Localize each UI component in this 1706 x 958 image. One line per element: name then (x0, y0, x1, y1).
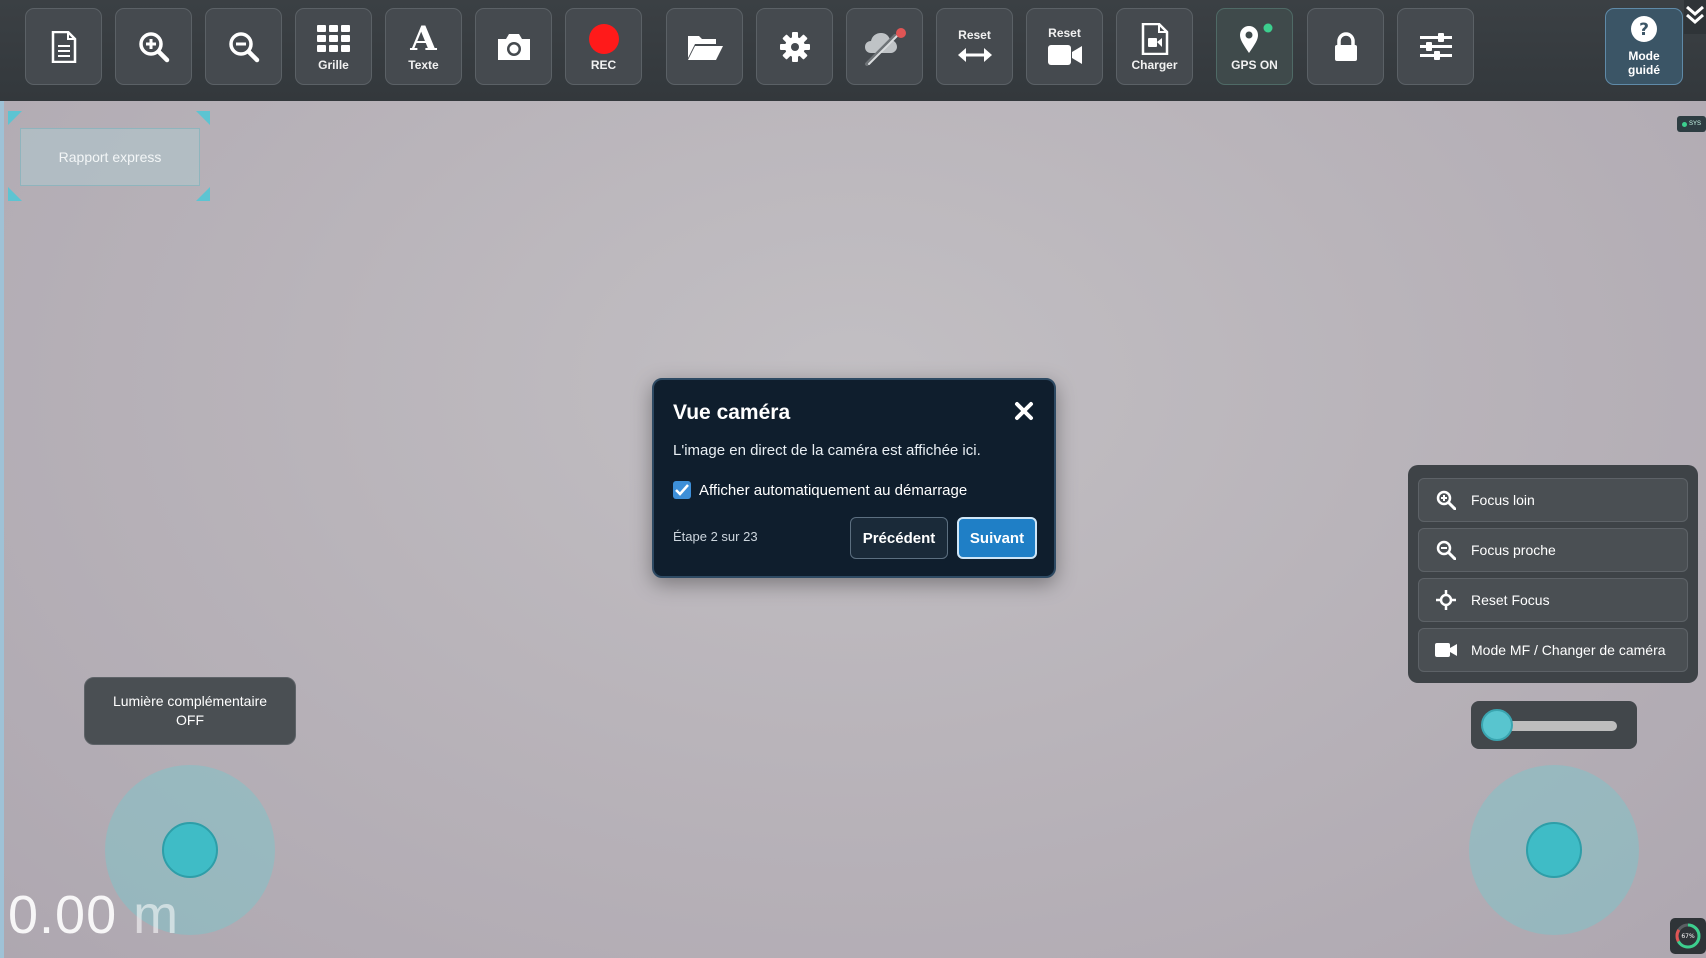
distance-value: 0.00 (8, 885, 118, 945)
settings-button[interactable] (756, 8, 833, 85)
focus-near-label: Focus proche (1471, 542, 1556, 558)
supplementary-light-button[interactable]: Lumière complémentaire OFF (84, 677, 296, 745)
distance-unit: m (133, 885, 180, 945)
reset-position-button[interactable]: Reset (936, 8, 1013, 85)
focus-panel: Focus loin Focus proche Reset Focus Mode… (1408, 465, 1698, 683)
load-label: Charger (1131, 57, 1178, 72)
collapse-toolbar-button[interactable] (1684, 0, 1706, 34)
zoom-out-button[interactable] (205, 8, 282, 85)
text-label: Texte (408, 57, 439, 72)
auto-show-checkbox[interactable] (673, 481, 691, 499)
slider-track[interactable] (1497, 721, 1617, 731)
zoom-in-icon (138, 30, 170, 64)
camera-icon (495, 30, 533, 64)
record-button[interactable]: REC (565, 8, 642, 85)
dialog-title: Vue caméra (673, 401, 791, 424)
next-button[interactable]: Suivant (957, 517, 1037, 559)
document-icon (50, 30, 78, 64)
light-label: Lumière complémentaire (112, 693, 268, 709)
focus-far-button[interactable]: Focus loin (1418, 478, 1688, 522)
corner-handle-top-left[interactable] (8, 111, 22, 125)
system-status-badge: SYS (1677, 116, 1706, 132)
zoom-in-button[interactable] (115, 8, 192, 85)
reset-focus-button[interactable]: Reset Focus (1418, 578, 1688, 622)
grid-icon (316, 22, 351, 56)
photo-button[interactable] (475, 8, 552, 85)
corner-handle-top-right[interactable] (196, 111, 210, 125)
auto-show-option: Afficher automatiquement au démarrage (673, 481, 967, 499)
status-dot-icon (1681, 121, 1687, 127)
video-camera-icon (1047, 42, 1082, 68)
report-button[interactable] (25, 8, 102, 85)
usage-gauge: 67% (1670, 918, 1706, 954)
guided-mode-button[interactable]: ? Mode guidé (1605, 8, 1683, 85)
switch-camera-label: Mode MF / Changer de caméra (1471, 642, 1666, 658)
file-video-icon (1141, 22, 1169, 56)
top-toolbar: Grille A Texte REC Reset Reset Charger G… (0, 0, 1706, 101)
gauge-ring-icon: 67% (1675, 923, 1701, 949)
close-icon (1013, 402, 1035, 426)
corner-handle-bottom-right[interactable] (196, 187, 210, 201)
window-edge (0, 0, 4, 958)
camera-view-tour-dialog: Vue caméra L'image en direct de la camér… (652, 378, 1056, 578)
dialog-close-button[interactable] (1013, 400, 1037, 424)
grid-label: Grille (318, 57, 349, 72)
video-camera-icon (1435, 639, 1457, 661)
gauge-value: 67% (1681, 933, 1695, 940)
record-label: REC (590, 57, 617, 72)
checkmark-icon (675, 484, 689, 496)
reset-camera-label: Reset (1048, 25, 1081, 40)
question-icon: ? (1631, 16, 1657, 47)
lock-button[interactable] (1307, 8, 1384, 85)
svg-text:?: ? (1639, 20, 1649, 40)
map-pin-icon (1235, 22, 1275, 56)
gear-icon (779, 30, 811, 64)
distance-readout: 0.00 m (8, 884, 179, 946)
chevron-down-icon (1685, 4, 1705, 31)
system-status-label: SYS (1688, 121, 1701, 127)
left-joystick-knob[interactable] (162, 822, 218, 878)
auto-show-label[interactable]: Afficher automatiquement au démarrage (699, 482, 967, 499)
reset-camera-button[interactable]: Reset (1026, 8, 1103, 85)
reset-focus-label: Reset Focus (1471, 592, 1550, 608)
text-button[interactable]: A Texte (385, 8, 462, 85)
dialog-description: L'image en direct de la caméra est affic… (673, 442, 981, 459)
lock-icon (1333, 30, 1359, 64)
gps-button[interactable]: GPS ON (1216, 8, 1293, 85)
corner-handle-bottom-left[interactable] (8, 187, 22, 201)
grid-button[interactable]: Grille (295, 8, 372, 85)
switch-camera-button[interactable]: Mode MF / Changer de caméra (1418, 628, 1688, 672)
guided-mode-label: Mode guidé (1628, 49, 1660, 77)
previous-button[interactable]: Précédent (850, 517, 948, 559)
adjustments-button[interactable] (1397, 8, 1474, 85)
text-icon: A (410, 18, 437, 59)
zoom-out-icon (1435, 539, 1457, 561)
load-button[interactable]: Charger (1116, 8, 1193, 85)
record-dot-icon (588, 22, 620, 56)
focus-near-button[interactable]: Focus proche (1418, 528, 1688, 572)
step-indicator: Étape 2 sur 23 (673, 529, 758, 544)
express-report-label: Rapport express (58, 149, 162, 165)
right-joystick[interactable] (1469, 765, 1639, 935)
focus-slider[interactable] (1471, 701, 1637, 749)
slider-thumb[interactable] (1481, 709, 1513, 741)
right-joystick-knob[interactable] (1526, 822, 1582, 878)
folder-open-icon (686, 30, 724, 64)
express-report-box[interactable]: Rapport express (20, 128, 200, 186)
weather-toggle-button[interactable] (846, 8, 923, 85)
sliders-icon (1419, 30, 1452, 64)
open-folder-button[interactable] (666, 8, 743, 85)
cloud-off-icon (863, 27, 907, 66)
horizontal-arrows-icon (957, 44, 992, 66)
focus-far-label: Focus loin (1471, 492, 1535, 508)
crosshair-icon (1435, 589, 1457, 611)
zoom-in-icon (1435, 489, 1457, 511)
gps-label: GPS ON (1231, 57, 1278, 72)
reset-position-label: Reset (958, 27, 991, 42)
light-state: OFF (176, 712, 204, 728)
zoom-out-icon (228, 30, 260, 64)
